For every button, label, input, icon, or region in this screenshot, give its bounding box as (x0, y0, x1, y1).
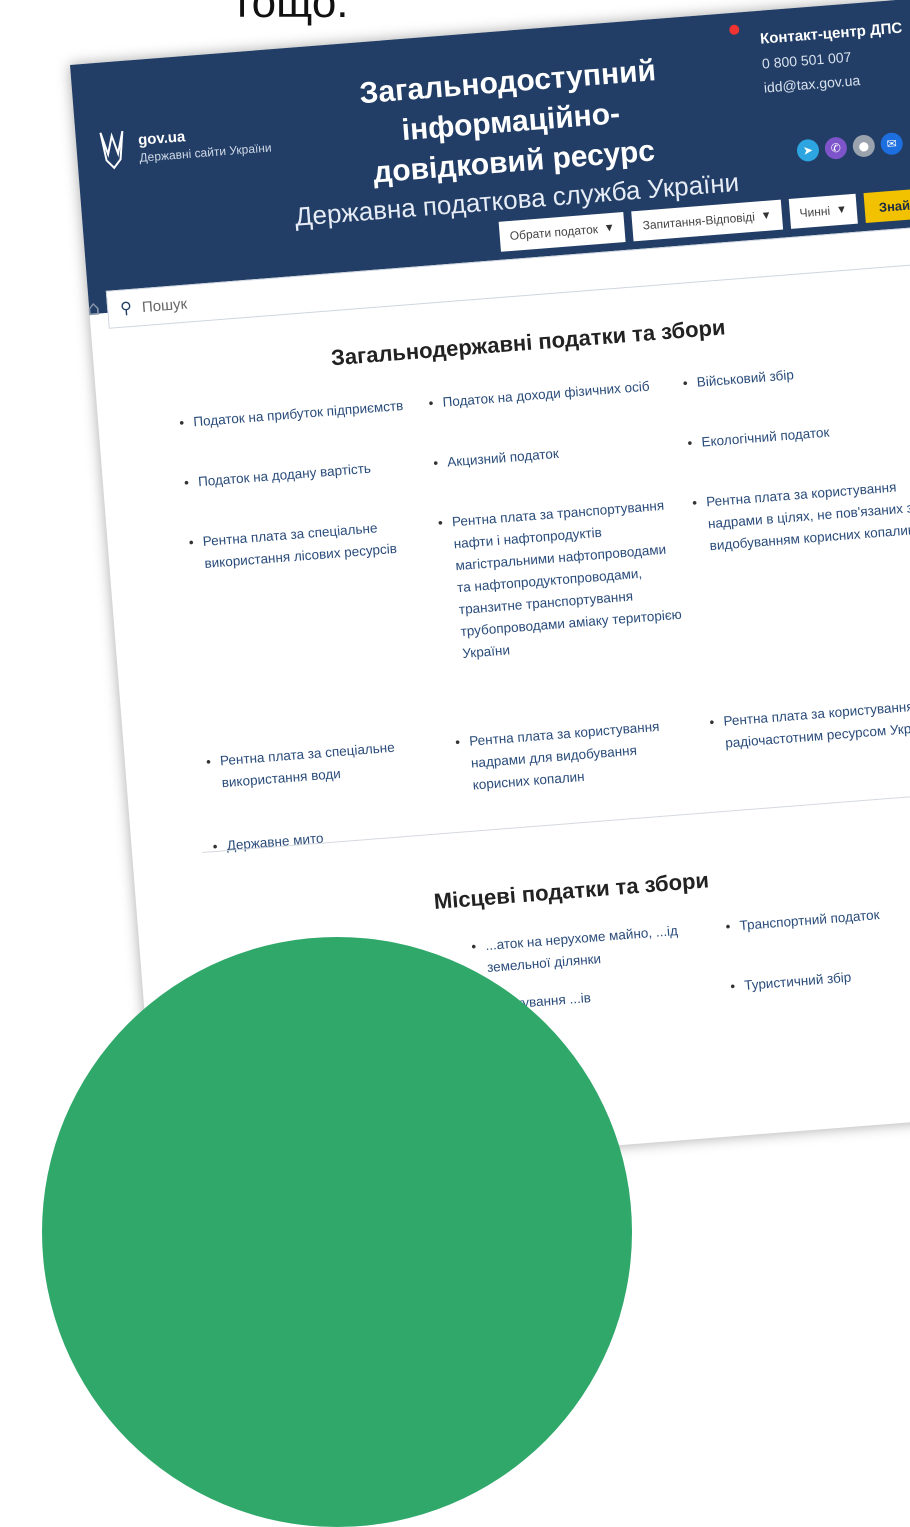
tax-link[interactable]: Державне мито (226, 819, 427, 857)
contact-block: Контакт-центр ДПС 0 800 501 007 idd@tax.… (759, 20, 906, 96)
decorative-green-circle (42, 937, 632, 1527)
mail-icon[interactable]: ✉ (879, 131, 904, 156)
search-placeholder: Пошук (141, 295, 188, 316)
tax-link[interactable]: Рентна плата за користування радіочастот… (723, 693, 910, 755)
tax-link[interactable]: Рентна плата за спеціальне використання … (219, 735, 422, 795)
tax-link[interactable]: Податок на додану вартість (197, 453, 428, 493)
telegram-icon[interactable]: ➤ (796, 138, 820, 163)
tax-link[interactable]: Військовий збір (696, 356, 897, 394)
chat-icon[interactable]: ● (851, 134, 876, 158)
contact-title: Контакт-центр ДПС (759, 19, 903, 48)
tax-link[interactable]: Акцизний податок (446, 433, 687, 474)
trident-icon (99, 130, 124, 170)
section-divider (202, 793, 910, 854)
contact-phone[interactable]: 0 800 501 007 (761, 45, 904, 72)
social-links: ➤ ✆ ● ✉ (796, 131, 904, 163)
viber-icon[interactable]: ✆ (824, 136, 848, 160)
home-icon[interactable]: ⌂ (86, 295, 101, 320)
tax-link[interactable]: Рентна плата за користування надрами в ц… (705, 474, 910, 557)
chevron-down-icon: ▼ (835, 203, 848, 217)
find-button[interactable]: Знайти (863, 187, 910, 224)
gov-ua-link[interactable]: gov.ua Державні сайти України (137, 122, 272, 165)
page-title: Загальнодоступний інформаційно- довідков… (282, 45, 743, 234)
tax-link[interactable]: Рентна плата за користування надрами для… (468, 715, 673, 796)
notification-icon[interactable] (728, 24, 740, 36)
tax-link[interactable]: Туристичний збір (743, 959, 910, 997)
status-select-label: Чинні (799, 203, 831, 221)
tax-link[interactable]: Екологічний податок (701, 416, 902, 454)
tax-link[interactable]: Податок на прибуток підприємств (193, 393, 424, 433)
tax-link[interactable]: Податок на доходи фізичних осіб (442, 373, 683, 414)
chevron-down-icon: ▼ (603, 221, 616, 235)
tax-select[interactable]: Обрати податок ▼ (498, 212, 626, 252)
tax-link[interactable]: Транспортний податок (739, 899, 910, 937)
tax-select-label: Обрати податок (509, 222, 599, 244)
search-icon: ⚲ (119, 299, 133, 318)
tax-link[interactable]: Рентна плата за спеціальне використання … (202, 515, 415, 575)
tax-link[interactable]: ...аток на нерухоме майно, ...ід земельн… (485, 919, 688, 979)
qa-select[interactable]: Запитання-Відповіді ▼ (631, 199, 783, 242)
qa-select-label: Запитання-Відповіді (642, 209, 756, 233)
caption-text: тощо. (232, 0, 349, 27)
contact-email[interactable]: idd@tax.gov.ua (763, 68, 906, 96)
chevron-down-icon: ▼ (760, 209, 773, 223)
status-select[interactable]: Чинні ▼ (788, 193, 859, 229)
tax-link[interactable]: Рентна плата за транспортування нафти і … (451, 494, 687, 665)
